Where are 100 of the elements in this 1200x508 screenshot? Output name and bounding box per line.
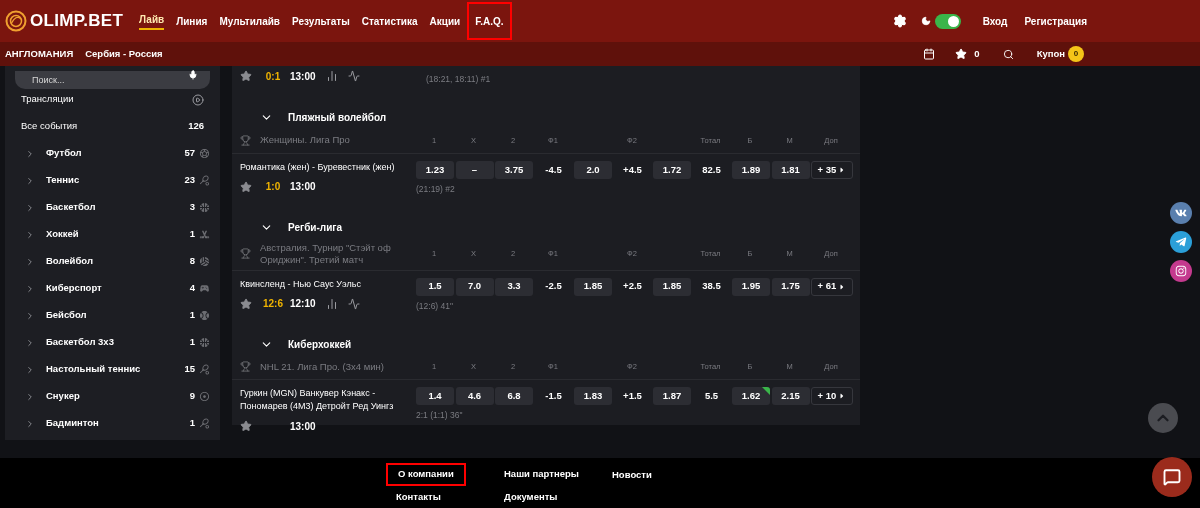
odds-button[interactable]: 1.85 (574, 277, 612, 296)
league-name[interactable]: Австралия. Турнир "Стэйт оф Ориджин". Третий матч (260, 241, 410, 266)
sport-group-title[interactable]: Киберхоккей (288, 336, 352, 352)
register-link[interactable]: Регистрация (1024, 13, 1087, 29)
live-match-link[interactable]: АНГЛОМАНИЯ (5, 46, 74, 62)
odds-button[interactable]: 1.62 (732, 387, 770, 406)
odds-button[interactable]: 1.89 (732, 160, 770, 179)
settings-icon[interactable] (892, 14, 907, 28)
broadcasts-link[interactable]: Трансляции (21, 92, 74, 107)
odds-button[interactable]: 1.85 (653, 277, 691, 296)
sport-link[interactable]: Киберспорт (46, 281, 102, 296)
calendar-icon[interactable] (923, 48, 936, 60)
telegram-button[interactable] (1170, 231, 1192, 253)
event-count: 57 (184, 146, 195, 161)
sport-link[interactable]: Снукер (46, 389, 80, 404)
footer-link[interactable]: Документы (494, 485, 568, 508)
footer-link[interactable]: Новости (602, 463, 662, 487)
sport-group-title[interactable]: Регби-лига (288, 220, 343, 235)
odds-button[interactable]: 1.5 (416, 277, 454, 296)
chevron-right-icon[interactable] (25, 283, 35, 294)
chevron-right-icon[interactable] (25, 202, 35, 213)
play-icon[interactable] (192, 93, 204, 106)
chevron-right-icon[interactable] (25, 256, 35, 267)
nav-link[interactable]: Результаты (287, 2, 355, 40)
odds-button[interactable]: 3.75 (495, 160, 533, 179)
chevron-right-icon[interactable] (25, 175, 35, 186)
match-teams[interactable]: Романтика (жен) - Буревестник (жен) (240, 160, 416, 174)
footer-link[interactable]: Контакты (386, 485, 451, 508)
nav-link[interactable]: Линия (171, 2, 213, 40)
search-field[interactable]: Поиск... (15, 71, 210, 89)
more-markets-button[interactable]: + 10 (811, 387, 853, 406)
sport-link[interactable]: Бейсбол (46, 308, 87, 323)
login-link[interactable]: Вход (982, 13, 1008, 29)
odds-button[interactable]: 1.72 (653, 160, 691, 179)
sport-link[interactable]: Хоккей (46, 227, 79, 242)
odds-button[interactable]: 2.15 (771, 387, 810, 406)
sport-group-title[interactable]: Пляжный волейбол (288, 110, 387, 126)
search-icon[interactable] (1002, 48, 1014, 60)
nav-link[interactable]: Акции (424, 2, 466, 40)
all-events-link[interactable]: Все события (21, 119, 78, 134)
chevron-right-icon[interactable] (25, 229, 35, 240)
odds-button[interactable]: 6.8 (495, 387, 533, 406)
sport-link[interactable]: Настольный теннис (46, 362, 141, 377)
sport-link[interactable]: Теннис (46, 173, 80, 188)
odds-button[interactable]: 1.83 (574, 387, 612, 406)
chevron-right-icon[interactable] (25, 418, 35, 429)
sport-link[interactable]: Футбол (46, 146, 82, 161)
favorite-star-icon[interactable] (240, 180, 252, 193)
chevron-right-icon[interactable] (25, 364, 35, 375)
sport-link[interactable]: Волейбол (46, 254, 93, 269)
vk-button[interactable] (1170, 202, 1192, 224)
event-count: 126 (188, 119, 204, 134)
odds-button[interactable]: 7.0 (455, 277, 494, 296)
chevron-right-icon[interactable] (25, 391, 35, 402)
odds-button[interactable]: 1.75 (771, 277, 810, 296)
odds-button[interactable]: 4.6 (455, 387, 494, 406)
odds-button[interactable]: 1.81 (771, 160, 810, 179)
brand-name[interactable]: OLIMP.BET (30, 8, 124, 34)
sport-link[interactable]: Баскетбол (46, 200, 96, 215)
more-markets-button[interactable]: + 35 (811, 160, 853, 179)
tennis-racket-icon (199, 175, 210, 186)
match-teams[interactable]: Гуркин (MGN) Ванкувер Кэнакс - Пономарев (4M3) Детройт Ред Уингз (240, 387, 416, 414)
trophy-icon (240, 361, 251, 373)
chevron-right-icon[interactable] (25, 310, 35, 321)
paper-plane-icon (1175, 236, 1187, 248)
nav-link[interactable]: Статистика (356, 2, 423, 40)
more-markets-button[interactable]: + 61 (811, 277, 853, 296)
odds-button[interactable]: 1.23 (416, 160, 454, 179)
favorite-star-icon[interactable] (240, 70, 252, 82)
footer-link[interactable]: О компании (386, 463, 466, 486)
trend-line-icon[interactable] (347, 70, 360, 82)
footer-link[interactable]: Наши партнеры (494, 463, 589, 486)
odds-button[interactable]: 3.3 (495, 277, 533, 296)
coupon-link[interactable]: Купон (1036, 46, 1065, 62)
coupon-count-badge: 0 (1068, 46, 1084, 62)
favorite-star-icon[interactable] (240, 420, 252, 433)
trend-line-icon[interactable] (347, 297, 360, 310)
league-name[interactable]: NHL 21. Лига Про. (3х4 мин) (260, 360, 410, 373)
match-teams[interactable]: Квинсленд - Нью Саус Уэльс (240, 277, 416, 291)
instagram-button[interactable] (1170, 260, 1192, 282)
favorites-star-icon[interactable] (955, 48, 968, 60)
nav-link[interactable]: Лайв (134, 2, 170, 40)
stats-chart-icon[interactable] (325, 297, 338, 310)
chevron-right-icon[interactable] (25, 337, 35, 348)
nav-link[interactable]: Мультилайв (214, 2, 285, 40)
stats-chart-icon[interactable] (325, 70, 338, 82)
sport-link[interactable]: Баскетбол 3х3 (46, 335, 114, 350)
sport-link[interactable]: Бадминтон (46, 416, 99, 431)
theme-toggle[interactable] (934, 13, 961, 29)
favorite-star-icon[interactable] (240, 297, 252, 310)
odds-button[interactable]: 2.0 (574, 160, 612, 179)
odds-button[interactable]: – (455, 160, 494, 179)
league-name[interactable]: Женщины. Лига Про (260, 134, 410, 147)
chevron-right-icon[interactable] (25, 148, 35, 159)
microphone-icon[interactable] (188, 70, 198, 80)
nav-link[interactable]: F.A.Q. (467, 2, 512, 40)
live-match-link[interactable]: Сербия - Россия (85, 46, 163, 62)
odds-button[interactable]: 1.95 (732, 277, 770, 296)
odds-button[interactable]: 1.87 (653, 387, 691, 406)
odds-button[interactable]: 1.4 (416, 387, 454, 406)
